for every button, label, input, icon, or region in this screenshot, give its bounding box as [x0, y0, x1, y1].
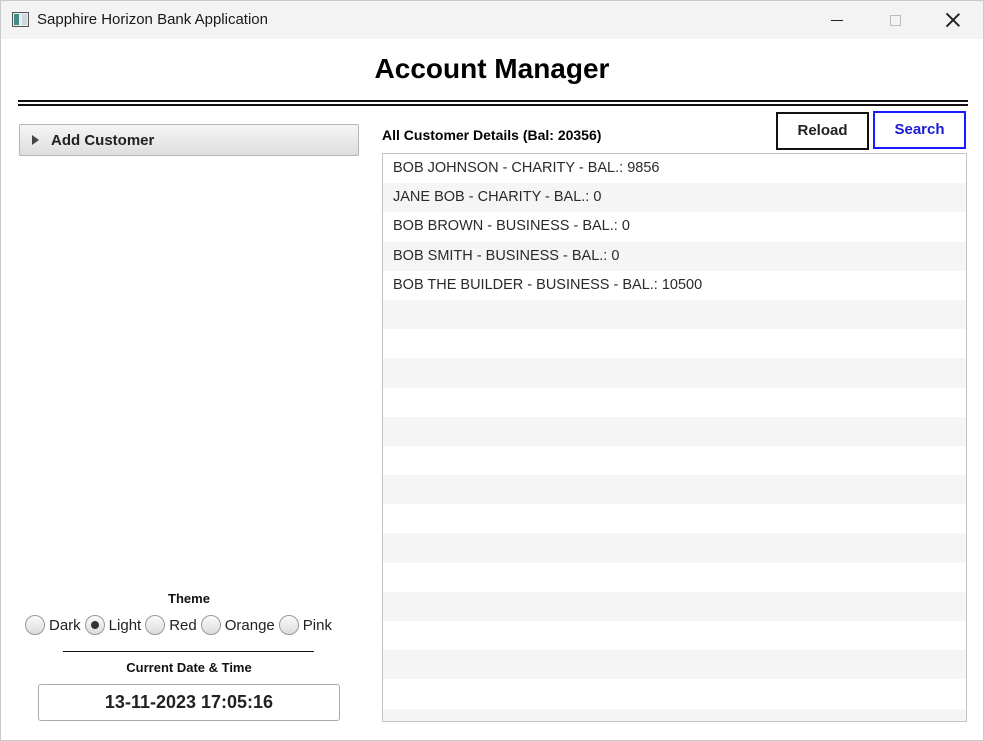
add-customer-accordion[interactable]: Add Customer: [19, 124, 359, 156]
empty-list-row: [383, 445, 966, 476]
empty-list-row: [383, 358, 966, 388]
minimize-icon: [831, 19, 843, 21]
empty-list-row: [383, 416, 966, 446]
theme-radio-dark[interactable]: Dark: [25, 615, 81, 635]
radio-button[interactable]: [278, 615, 299, 635]
minimize-button[interactable]: [814, 1, 860, 39]
theme-label: Theme: [168, 591, 210, 606]
list-item[interactable]: BOB BROWN - BUSINESS - BAL.: 0: [383, 212, 966, 242]
radio-button[interactable]: [200, 615, 221, 635]
list-item[interactable]: BOB JOHNSON - CHARITY - BAL.: 9856: [383, 154, 966, 184]
radio-button[interactable]: [25, 615, 45, 635]
page-title: Account Manager: [374, 53, 610, 84]
expand-arrow-icon: [32, 135, 39, 145]
empty-list-row: [383, 329, 966, 359]
empty-list-row: [383, 708, 966, 721]
radio-label: Orange: [224, 616, 275, 634]
list-item[interactable]: JANE BOB - CHARITY - BAL.: 0: [383, 183, 966, 213]
reload-button[interactable]: Reload: [776, 112, 869, 150]
empty-list-row: [383, 387, 966, 417]
close-icon: [946, 13, 960, 27]
empty-list-row: [383, 679, 966, 709]
datetime-label: Current Date & Time: [126, 660, 252, 675]
window-title: Sapphire Horizon Bank Application: [37, 11, 268, 28]
radio-button[interactable]: [145, 615, 166, 635]
customer-list[interactable]: BOB JOHNSON - CHARITY - BAL.: 9856 JANE …: [382, 153, 967, 722]
empty-list-row: [383, 299, 966, 330]
radio-label: Dark: [49, 616, 81, 634]
empty-list-row: [383, 591, 966, 621]
list-item[interactable]: BOB SMITH - BUSINESS - BAL.: 0: [383, 241, 966, 271]
radio-button-selected[interactable]: [84, 615, 105, 635]
radio-label: Pink: [302, 616, 332, 634]
theme-radio-light[interactable]: Light: [84, 615, 142, 635]
search-button[interactable]: Search: [873, 111, 966, 149]
app-icon: [12, 12, 29, 27]
list-item[interactable]: BOB THE BUILDER - BUSINESS - BAL.: 10500: [383, 270, 966, 300]
theme-radio-orange[interactable]: Orange: [200, 615, 275, 635]
title-bar[interactable]: Sapphire Horizon Bank Application: [1, 1, 983, 39]
maximize-button[interactable]: [872, 1, 918, 39]
empty-list-row: [383, 650, 966, 680]
theme-radio-group: Dark Light Red Orange Pink: [25, 614, 336, 636]
accordion-label: Add Customer: [51, 132, 155, 149]
app-window: Sapphire Horizon Bank Application Accoun…: [0, 0, 984, 741]
empty-list-row: [383, 562, 966, 592]
empty-list-row: [383, 621, 966, 651]
empty-list-row: [383, 475, 966, 505]
datetime-divider: [63, 651, 314, 652]
empty-list-row: [383, 533, 966, 563]
close-button[interactable]: [930, 1, 976, 39]
datetime-display: 13-11-2023 17:05:16: [38, 684, 340, 721]
customer-list-title: All Customer Details (Bal: 20356): [382, 127, 602, 143]
maximize-icon: [889, 14, 901, 26]
empty-list-row: [383, 504, 966, 534]
header-divider: [18, 100, 968, 106]
radio-label: Light: [108, 616, 142, 634]
radio-label: Red: [169, 616, 197, 634]
theme-radio-red[interactable]: Red: [145, 615, 197, 635]
theme-radio-pink[interactable]: Pink: [278, 615, 332, 635]
